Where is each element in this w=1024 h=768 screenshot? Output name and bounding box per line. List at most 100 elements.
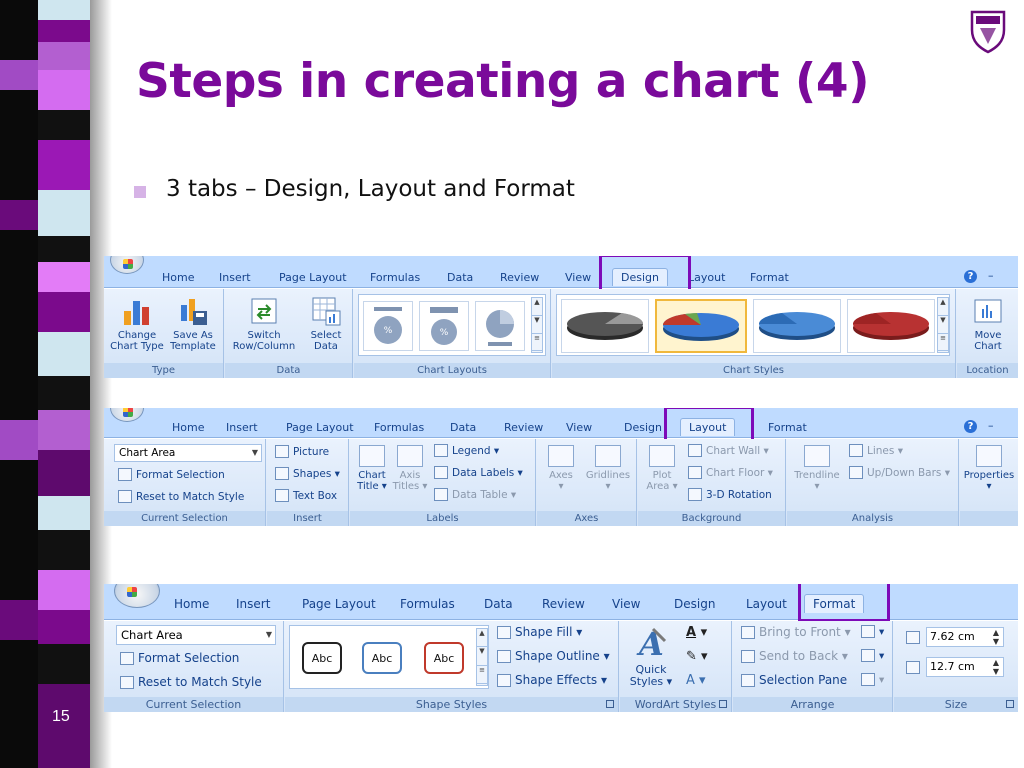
shape-fill-button[interactable]: Shape Fill ▾ xyxy=(497,625,582,639)
axes-button[interactable]: Axes ▾ xyxy=(543,445,579,492)
tab-home[interactable]: Home xyxy=(162,271,194,284)
minimize-button[interactable]: – xyxy=(988,269,994,282)
gallery-scroll[interactable]: ▲ ▼ ≡ xyxy=(531,297,543,353)
data-labels-button[interactable]: Data Labels ▾ xyxy=(434,466,523,479)
switch-row-column-button[interactable]: Switch Row/Column xyxy=(229,295,299,352)
tab-review[interactable]: Review xyxy=(504,421,543,434)
tab-page-layout[interactable]: Page Layout xyxy=(302,597,376,611)
reset-to-match-style-button[interactable]: Reset to Match Style xyxy=(118,490,244,503)
tab-design[interactable]: Design xyxy=(612,268,668,286)
shape-style-2[interactable]: Abc xyxy=(362,642,402,674)
spinner-icon[interactable]: ▲ ▼ xyxy=(993,628,999,646)
send-to-back-button[interactable]: Send to Back ▾ xyxy=(741,649,848,663)
chart-wall-button[interactable]: Chart Wall ▾ xyxy=(688,444,769,457)
plot-area-button[interactable]: Plot Area ▾ xyxy=(642,445,682,492)
shape-height-input[interactable]: 7.62 cm ▲ ▼ xyxy=(926,627,1004,647)
format-selection-button[interactable]: Format Selection xyxy=(120,651,239,665)
dialog-launcher-icon[interactable] xyxy=(1006,700,1014,708)
chart-floor-button[interactable]: Chart Floor ▾ xyxy=(688,466,773,479)
properties-button[interactable]: Properties ▾ xyxy=(962,445,1016,492)
save-as-template-button[interactable]: Save As Template xyxy=(166,295,220,352)
trendline-button[interactable]: Trendline ▾ xyxy=(791,445,843,492)
lines-button[interactable]: Lines ▾ xyxy=(849,444,903,457)
tab-insert[interactable]: Insert xyxy=(226,421,258,434)
text-effects-button[interactable]: A ▾ xyxy=(686,673,706,688)
bring-to-front-button[interactable]: Bring to Front ▾ xyxy=(741,625,851,639)
tab-format[interactable]: Format xyxy=(768,421,807,434)
shapes-button[interactable]: Shapes ▾ xyxy=(275,467,340,480)
change-chart-type-button[interactable]: Change Chart Type xyxy=(108,295,166,352)
minimize-button[interactable]: – xyxy=(988,419,994,432)
gallery-scroll[interactable]: ▲ ▼ ≡ xyxy=(476,628,488,686)
chart-element-select[interactable]: Chart Area ▼ xyxy=(116,625,276,645)
chart-layout-2[interactable]: % xyxy=(419,301,469,351)
rotation-3d-button[interactable]: 3-D Rotation xyxy=(688,488,772,501)
chart-layout-3[interactable] xyxy=(475,301,525,351)
tab-formulas[interactable]: Formulas xyxy=(400,597,455,611)
tab-page-layout[interactable]: Page Layout xyxy=(279,271,347,284)
text-fill-button[interactable]: A ▾ xyxy=(686,625,707,640)
tab-page-layout[interactable]: Page Layout xyxy=(286,421,354,434)
shape-style-3[interactable]: Abc xyxy=(424,642,464,674)
data-table-button[interactable]: Data Table ▾ xyxy=(434,488,516,501)
move-chart-button[interactable]: Move Chart xyxy=(963,295,1013,352)
tab-review[interactable]: Review xyxy=(500,271,539,284)
tab-format[interactable]: Format xyxy=(804,594,865,613)
reset-to-match-style-button[interactable]: Reset to Match Style xyxy=(120,675,262,689)
tab-design[interactable]: Design xyxy=(674,597,715,611)
tab-home[interactable]: Home xyxy=(174,597,209,611)
shape-style-1[interactable]: Abc xyxy=(302,642,342,674)
chart-title-button[interactable]: Chart Title ▾ xyxy=(354,445,390,492)
dialog-launcher-icon[interactable] xyxy=(719,700,727,708)
dialog-launcher-icon[interactable] xyxy=(606,700,614,708)
picture-button[interactable]: Picture xyxy=(275,445,329,458)
tab-view[interactable]: View xyxy=(612,597,640,611)
shape-styles-gallery[interactable]: Abc Abc Abc ▲ ▼ ≡ xyxy=(289,625,489,689)
tab-layout[interactable]: Layout xyxy=(688,271,725,284)
chart-layout-1[interactable]: % xyxy=(363,301,413,351)
legend-button[interactable]: Legend ▾ xyxy=(434,444,499,457)
selection-pane-button[interactable]: Selection Pane xyxy=(741,673,847,687)
shape-width-input[interactable]: 12.7 cm ▲ ▼ xyxy=(926,657,1004,677)
tab-insert[interactable]: Insert xyxy=(219,271,251,284)
tab-format[interactable]: Format xyxy=(750,271,789,284)
axis-titles-button[interactable]: Axis Titles ▾ xyxy=(392,445,428,492)
spinner-icon[interactable]: ▲ ▼ xyxy=(993,658,999,676)
shape-effects-button[interactable]: Shape Effects ▾ xyxy=(497,673,607,687)
chart-style-2[interactable] xyxy=(655,299,747,353)
format-selection-button[interactable]: Format Selection xyxy=(118,468,225,481)
quick-styles-button[interactable]: A Quick Styles ▾ xyxy=(626,625,676,688)
chart-style-3[interactable] xyxy=(753,299,841,353)
select-data-button[interactable]: Select Data xyxy=(303,295,349,352)
help-button[interactable]: ? xyxy=(964,269,977,283)
office-button[interactable] xyxy=(110,256,144,274)
office-button[interactable] xyxy=(114,584,160,608)
tab-insert[interactable]: Insert xyxy=(236,597,270,611)
tab-formulas[interactable]: Formulas xyxy=(370,271,420,284)
tab-data[interactable]: Data xyxy=(484,597,513,611)
shape-outline-button[interactable]: Shape Outline ▾ xyxy=(497,649,610,663)
up-down-bars-button[interactable]: Up/Down Bars ▾ xyxy=(849,466,950,479)
chart-styles-gallery[interactable]: ▲ ▼ ≡ xyxy=(556,294,950,356)
text-outline-button[interactable]: ✎ ▾ xyxy=(686,649,708,664)
text-box-button[interactable]: Text Box xyxy=(275,489,337,502)
rotate-button[interactable]: ▾ xyxy=(861,673,884,686)
align-button[interactable]: ▾ xyxy=(861,625,884,638)
tab-home[interactable]: Home xyxy=(172,421,204,434)
tab-formulas[interactable]: Formulas xyxy=(374,421,424,434)
tab-review[interactable]: Review xyxy=(542,597,585,611)
chart-element-select[interactable]: Chart Area ▼ xyxy=(114,444,262,462)
tab-view[interactable]: View xyxy=(565,271,591,284)
chart-layouts-gallery[interactable]: % % ▲ ▼ ≡ xyxy=(358,294,546,356)
group-objects-button[interactable]: ▾ xyxy=(861,649,884,662)
tab-design[interactable]: Design xyxy=(624,421,662,434)
tab-view[interactable]: View xyxy=(566,421,592,434)
tab-layout[interactable]: Layout xyxy=(746,597,787,611)
tab-layout[interactable]: Layout xyxy=(680,418,736,436)
gallery-scroll[interactable]: ▲ ▼ ≡ xyxy=(937,297,949,353)
chart-style-4[interactable] xyxy=(847,299,935,353)
office-button[interactable] xyxy=(110,408,144,422)
help-button[interactable]: ? xyxy=(964,419,977,433)
tab-data[interactable]: Data xyxy=(450,421,476,434)
gridlines-button[interactable]: Gridlines ▾ xyxy=(583,445,633,492)
